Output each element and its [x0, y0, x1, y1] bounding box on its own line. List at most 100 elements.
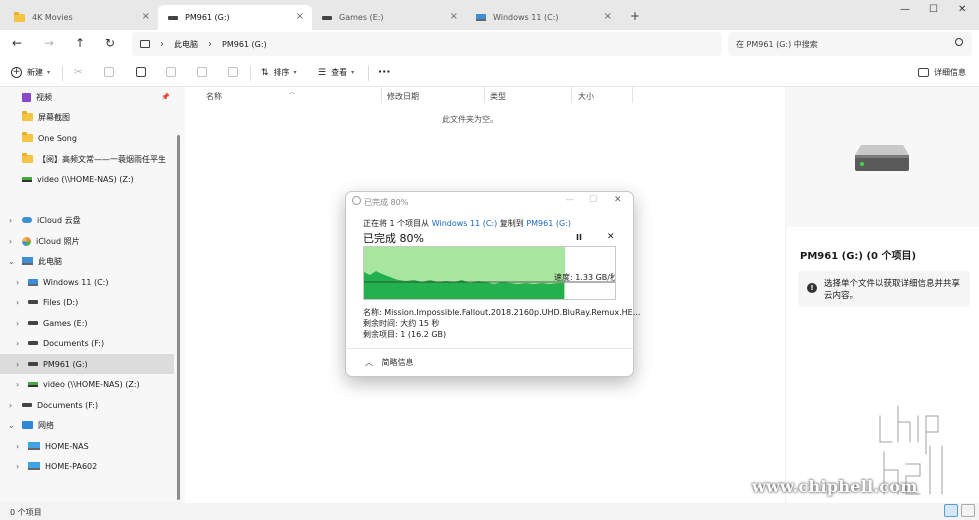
- details-pane-button[interactable]: 详细信息: [918, 67, 966, 78]
- pause-button[interactable]: II: [576, 233, 582, 242]
- new-button[interactable]: + 新建 ▾: [11, 67, 50, 78]
- forward-button[interactable]: →: [44, 36, 54, 50]
- source-link[interactable]: Windows 11 (C:): [432, 219, 498, 228]
- fewer-details-button[interactable]: ︿ 简略信息: [365, 357, 414, 368]
- photos-icon: [22, 236, 31, 246]
- paste-button[interactable]: [136, 67, 146, 77]
- sidebar-item-drive-z[interactable]: › video (\\HOME-NAS) (Z:): [0, 374, 174, 394]
- minimize-button[interactable]: —: [900, 4, 910, 15]
- chevron-down-icon[interactable]: ⌄: [8, 421, 15, 430]
- sidebar-item-one-song[interactable]: One Song: [0, 128, 174, 148]
- chevron-right-icon[interactable]: ›: [16, 442, 19, 451]
- sidebar-item-this-pc[interactable]: ⌄ 此电脑: [0, 251, 174, 271]
- copy-prefix: 正在将 1 个项目从: [363, 219, 430, 228]
- trash-icon: [228, 67, 238, 77]
- copy-description: 正在将 1 个项目从 Windows 11 (C:) 复制到 PM961 (G:…: [363, 218, 571, 229]
- search-input[interactable]: 在 PM961 (G:) 中搜索: [728, 32, 972, 56]
- cancel-copy-button[interactable]: ✕: [607, 232, 615, 242]
- chevron-right-icon[interactable]: ›: [16, 319, 19, 328]
- dialog-close-button[interactable]: ✕: [614, 195, 622, 205]
- tab-windows11[interactable]: Windows 11 (C:) ×: [466, 5, 620, 30]
- sidebar-item-drive-d[interactable]: › Files (D:): [0, 292, 174, 312]
- column-header-size[interactable]: 大小: [578, 91, 594, 102]
- sidebar-item-drive-g[interactable]: › PM961 (G:): [0, 354, 174, 374]
- details-view-button[interactable]: [944, 504, 958, 517]
- drive-icon: [322, 15, 332, 20]
- share-button[interactable]: [197, 67, 207, 77]
- network-drive-icon: [28, 381, 38, 387]
- column-header-name[interactable]: 名称: [206, 91, 222, 102]
- sidebar-item-label: video (\\HOME-NAS) (Z:): [43, 379, 140, 389]
- sidebar-item-video-nas[interactable]: video (\\HOME-NAS) (Z:): [0, 169, 174, 189]
- close-window-button[interactable]: ✕: [958, 4, 966, 15]
- sidebar-item-icloud-photos[interactable]: › iCloud 照片: [0, 231, 174, 251]
- tab-games[interactable]: Games (E:) ×: [312, 5, 466, 30]
- chevron-right-icon[interactable]: ›: [9, 237, 12, 246]
- back-button[interactable]: ←: [12, 36, 22, 50]
- folder-icon: [22, 153, 33, 163]
- column-divider[interactable]: [571, 87, 572, 103]
- tab-close-icon[interactable]: ×: [296, 11, 304, 22]
- sidebar-item-network[interactable]: ⌄ 网络: [0, 415, 174, 435]
- copy-icon: [104, 67, 114, 77]
- delete-button[interactable]: [228, 67, 238, 77]
- breadcrumb-current[interactable]: PM961 (G:): [222, 40, 267, 49]
- more-options-button[interactable]: ···: [378, 65, 391, 78]
- scissors-icon: ✂: [74, 67, 83, 78]
- destination-link[interactable]: PM961 (G:): [526, 219, 571, 228]
- sidebar-item-documents[interactable]: › Documents (F:): [0, 395, 174, 415]
- chevron-right-icon[interactable]: ›: [9, 216, 12, 225]
- sort-button[interactable]: ⇅ 排序 ▾: [261, 67, 297, 78]
- column-header-type[interactable]: 类型: [490, 91, 506, 102]
- copy-progress-dialog[interactable]: 已完成 80% — ☐ ✕ 正在将 1 个项目从 Windows 11 (C:)…: [345, 191, 640, 377]
- chevron-right-icon[interactable]: ›: [16, 360, 19, 369]
- tab-close-icon[interactable]: ×: [450, 11, 458, 22]
- sidebar-scrollbar[interactable]: [177, 135, 180, 500]
- chevron-down-icon: ▾: [293, 69, 297, 76]
- tab-4k-movies[interactable]: 4K Movies ×: [4, 5, 158, 30]
- new-tab-button[interactable]: +: [630, 9, 640, 23]
- refresh-button[interactable]: ↻: [105, 36, 115, 50]
- chevron-right-icon[interactable]: ›: [9, 401, 12, 410]
- breadcrumb-this-pc[interactable]: 此电脑: [174, 39, 198, 50]
- column-divider[interactable]: [484, 87, 485, 103]
- sidebar-item-icloud-drive[interactable]: › iCloud 云盘: [0, 210, 174, 230]
- address-bar[interactable]: › 此电脑 › PM961 (G:): [132, 32, 722, 56]
- chevron-down-icon[interactable]: ⌄: [8, 257, 15, 266]
- sidebar-item-drive-e[interactable]: › Games (E:): [0, 313, 174, 333]
- chevron-right-icon[interactable]: ›: [16, 380, 19, 389]
- up-button[interactable]: ↑: [75, 36, 85, 50]
- sidebar-item-reading[interactable]: 【阅】高频文常——一蓑烟雨任平生: [0, 149, 174, 169]
- chevron-right-icon[interactable]: ›: [16, 462, 19, 471]
- cut-button[interactable]: ✂: [74, 67, 82, 78]
- sidebar-item-home-nas[interactable]: › HOME-NAS: [0, 436, 174, 456]
- sidebar-item-home-pa602[interactable]: › HOME-PA602: [0, 456, 174, 476]
- column-header-date[interactable]: 修改日期: [387, 91, 419, 102]
- sidebar-item-drive-f[interactable]: › Documents (F:): [0, 333, 174, 353]
- chevron-right-icon: ›: [208, 38, 212, 50]
- column-divider[interactable]: [632, 87, 633, 103]
- chevron-right-icon[interactable]: ›: [16, 339, 19, 348]
- chevron-right-icon[interactable]: ›: [16, 278, 19, 287]
- tab-pm961[interactable]: PM961 (G:) ×: [158, 5, 312, 30]
- tiles-view-button[interactable]: [961, 504, 975, 517]
- copy-button[interactable]: [104, 67, 114, 77]
- fewer-details-label: 简略信息: [381, 358, 414, 367]
- drive-icon: [28, 321, 38, 325]
- maximize-button[interactable]: ☐: [929, 4, 938, 15]
- tab-close-icon[interactable]: ×: [604, 11, 612, 22]
- copy-middle: 复制到: [499, 219, 524, 228]
- dialog-minimize-button[interactable]: —: [565, 195, 574, 205]
- rename-button[interactable]: [166, 67, 176, 77]
- column-divider[interactable]: [381, 87, 382, 103]
- sidebar-item-videos[interactable]: 视频 📌: [0, 87, 174, 107]
- tab-label: PM961 (G:): [185, 13, 230, 22]
- sort-icon: ⇅: [261, 67, 269, 78]
- tab-close-icon[interactable]: ×: [142, 11, 150, 22]
- sidebar-item-label: Games (E:): [43, 318, 88, 328]
- sidebar-item-screenshots[interactable]: 屏幕截图: [0, 107, 174, 127]
- sidebar-item-drive-c[interactable]: › Windows 11 (C:): [0, 272, 174, 292]
- dialog-maximize-button[interactable]: ☐: [589, 195, 597, 205]
- chevron-right-icon[interactable]: ›: [16, 298, 19, 307]
- view-button[interactable]: ☰ 查看 ▾: [318, 67, 354, 78]
